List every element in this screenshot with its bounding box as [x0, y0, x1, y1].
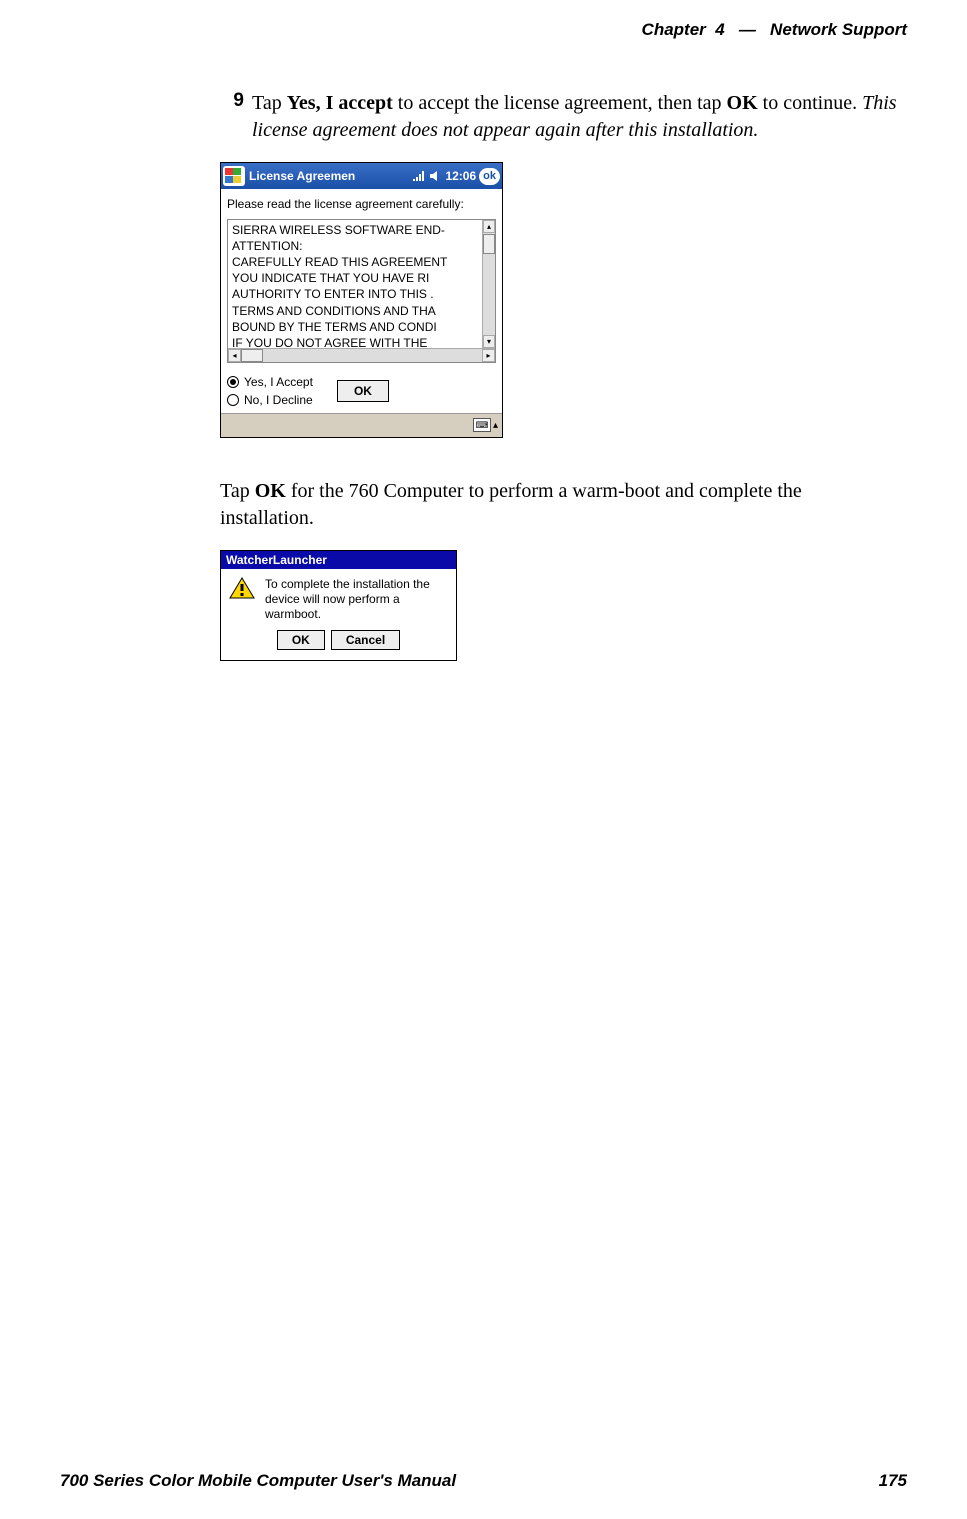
radio-no-decline[interactable]: No, I Decline	[227, 393, 313, 407]
ppc-titlebar: License Agreemen 12:06 ok	[221, 163, 502, 189]
titlebar-ok-button[interactable]: ok	[479, 168, 500, 185]
dialog-message: To complete the installation the device …	[265, 577, 446, 622]
ppc-body: Please read the license agreement carefu…	[221, 189, 502, 413]
clock-time: 12:06	[445, 169, 476, 183]
radio-yes-label: Yes, I Accept	[244, 375, 313, 389]
chapter-title: Network Support	[770, 20, 907, 39]
header-separator: —	[739, 20, 756, 39]
step-text: Tap Yes, I accept to accept the license …	[252, 90, 897, 144]
license-ok-button[interactable]: OK	[337, 380, 389, 402]
scroll-right-arrow-icon[interactable]: ▸	[482, 349, 495, 362]
chapter-label: Chapter	[642, 20, 706, 39]
watcherlauncher-dialog: WatcherLauncher To complete the installa…	[220, 550, 457, 661]
dialog-cancel-button[interactable]: Cancel	[331, 630, 400, 650]
step-9: 9 Tap Yes, I accept to accept the licens…	[220, 90, 897, 144]
sip-up-arrow-icon[interactable]: ▴	[493, 420, 498, 431]
warning-icon	[229, 577, 255, 599]
page-header: Chapter 4 — Network Support	[60, 20, 907, 40]
scroll-left-arrow-icon[interactable]: ◂	[228, 349, 241, 362]
scroll-up-arrow-icon[interactable]: ▴	[483, 220, 495, 233]
keyboard-icon[interactable]: ⌨	[473, 418, 491, 432]
step-number: 9	[220, 90, 244, 144]
radio-selected-icon[interactable]	[227, 376, 239, 388]
dialog-titlebar: WatcherLauncher	[221, 551, 456, 569]
scroll-down-arrow-icon[interactable]: ▾	[483, 335, 495, 348]
license-lead-text: Please read the license agreement carefu…	[227, 197, 496, 213]
page-number: 175	[879, 1471, 907, 1491]
manual-title: 700 Series Color Mobile Computer User's …	[60, 1471, 456, 1491]
vertical-scrollbar[interactable]: ▴ ▾	[482, 220, 495, 348]
yes-i-accept-label: Yes, I accept	[287, 92, 393, 114]
paragraph-warmboot: Tap OK for the 760 Computer to perform a…	[220, 478, 897, 532]
ok-label-2: OK	[255, 480, 286, 502]
ppc-bottom-bar: ⌨ ▴	[221, 413, 502, 437]
license-text-content: SIERRA WIRELESS SOFTWARE END- ATTENTION:…	[228, 220, 495, 348]
license-textbox: SIERRA WIRELESS SOFTWARE END- ATTENTION:…	[227, 219, 496, 363]
speaker-icon[interactable]	[428, 169, 442, 183]
page-footer: 700 Series Color Mobile Computer User's …	[60, 1471, 907, 1491]
horizontal-scroll-thumb[interactable]	[241, 349, 263, 362]
radio-yes-accept[interactable]: Yes, I Accept	[227, 375, 313, 389]
dialog-ok-button[interactable]: OK	[277, 630, 325, 650]
chapter-number: 4	[715, 20, 724, 39]
vertical-scroll-thumb[interactable]	[483, 234, 495, 254]
ppc-window-title: License Agreemen	[249, 169, 407, 183]
license-agreement-screenshot: License Agreemen 12:06 ok Please read th…	[220, 162, 503, 438]
radio-no-label: No, I Decline	[244, 393, 313, 407]
start-flag-icon[interactable]	[223, 166, 245, 186]
ok-label: OK	[727, 92, 758, 114]
connectivity-icon[interactable]	[411, 169, 425, 183]
radio-unselected-icon[interactable]	[227, 394, 239, 406]
horizontal-scrollbar[interactable]: ◂ ▸	[228, 348, 495, 362]
